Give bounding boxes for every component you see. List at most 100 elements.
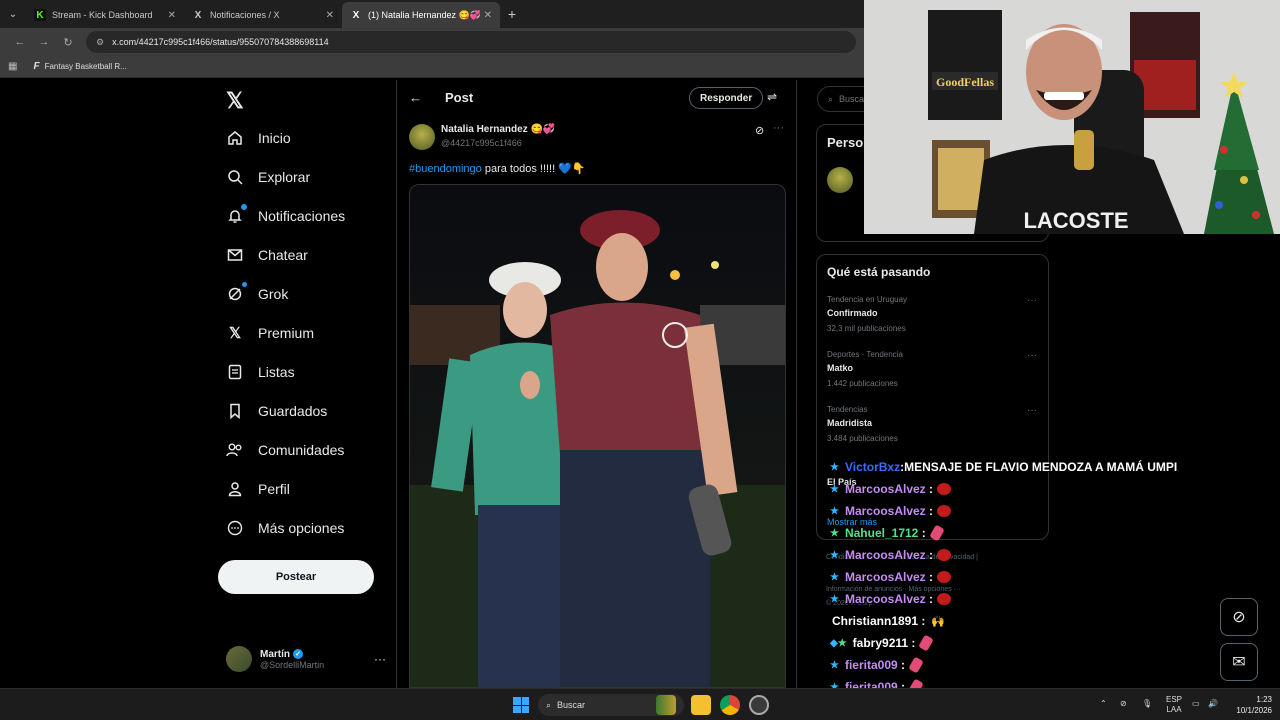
sidebar-item-mas-opciones[interactable]: Más opciones: [226, 516, 344, 540]
chat-username: MarcoosAlvez: [844, 548, 926, 562]
volume-icon[interactable]: 🔊: [1208, 699, 1218, 708]
chrome-icon[interactable]: [720, 695, 740, 715]
file-explorer-icon[interactable]: [691, 695, 711, 715]
sidebar-item-listas[interactable]: Listas: [226, 360, 295, 384]
filter-icon[interactable]: ⇌: [767, 90, 777, 104]
svg-text:LACOSTE: LACOSTE: [1023, 208, 1128, 233]
star-badge-icon: ★: [830, 527, 839, 539]
account-handle: @SordelliMartin: [260, 659, 325, 670]
avatar[interactable]: [827, 167, 853, 193]
verified-icon: ✓: [293, 649, 303, 659]
trend-item[interactable]: Tendencias Madridista 3.484 publicacione…: [827, 405, 1039, 443]
sidebar-item-comunidades[interactable]: Comunidades: [226, 438, 344, 462]
sidebar-item-inicio[interactable]: Inicio: [226, 126, 291, 150]
leg-emote-icon: [908, 656, 924, 674]
chat-username: MarcoosAlvez: [844, 504, 926, 518]
lang-layout: LAA: [1166, 705, 1182, 714]
sidebar-item-premium[interactable]: 𝕏 Premium: [226, 321, 314, 345]
sidebar-item-notificaciones[interactable]: Notificaciones: [226, 203, 345, 228]
messages-float-button[interactable]: ✉: [1220, 643, 1258, 681]
sidebar-item-guardados[interactable]: Guardados: [226, 399, 327, 423]
chat-username: VictorBxz: [844, 460, 901, 474]
star-badge-icon: ★: [830, 505, 839, 517]
sidebar-item-chatear[interactable]: Chatear: [226, 243, 308, 267]
language-indicator[interactable]: ESP LAA: [1166, 695, 1182, 715]
list-icon: [226, 363, 244, 381]
close-icon[interactable]: ✕: [326, 10, 334, 21]
leg-emote-icon: [918, 634, 935, 652]
sidebar-item-grok[interactable]: Grok: [226, 282, 288, 306]
x-logo-icon[interactable]: 𝕏: [226, 88, 244, 114]
trends-title: Qué está pasando: [827, 265, 931, 279]
bookmark-label: Fantasy Basketball R...: [44, 62, 127, 71]
tab-search-chevron-icon[interactable]: ⌄: [0, 0, 26, 28]
grok-icon[interactable]: ⊘: [755, 124, 764, 137]
account-switcher[interactable]: Martín ✓ @SordelliMartin ···: [226, 642, 386, 676]
chat-message: ★ MarcoosAlvez :: [830, 588, 1270, 610]
sidebar-item-label: Comunidades: [258, 442, 345, 458]
tab-kick-dashboard[interactable]: K Stream - Kick Dashboard ✕: [26, 2, 184, 28]
star-badge-icon: ★: [830, 461, 839, 473]
trend-item[interactable]: Deportes · Tendencia Matko 1.442 publica…: [827, 350, 1039, 388]
apps-grid-icon[interactable]: ▦: [8, 61, 17, 72]
clock-date: 10/1/2026: [1236, 706, 1272, 715]
more-icon[interactable]: ···: [1027, 350, 1037, 361]
chat-username: MarcoosAlvez: [844, 592, 926, 606]
tab-notificaciones[interactable]: X Notificaciones / X ✕: [184, 2, 342, 28]
microphone-icon[interactable]: 🎙: [1142, 699, 1152, 708]
windows-start-icon[interactable]: [513, 697, 529, 713]
chevron-up-icon[interactable]: ⌃: [1100, 699, 1107, 708]
monitor-icon[interactable]: ▭: [1192, 699, 1200, 708]
grok-icon: ⊘: [1232, 609, 1246, 626]
trend-item[interactable]: Tendencia en Uruguay Confirmado 32,3 mil…: [827, 295, 1039, 333]
more-icon[interactable]: ···: [773, 122, 784, 134]
post-button[interactable]: Postear: [218, 560, 374, 594]
new-tab-button[interactable]: +: [500, 6, 524, 22]
sidebar-item-label: Listas: [258, 364, 295, 380]
network-icon[interactable]: ⊘: [1120, 699, 1127, 708]
obs-icon[interactable]: [749, 695, 769, 715]
chat-text: MENSAJE DE FLAVIO MENDOZA A MAMÁ UMPI: [904, 460, 1178, 474]
star-badge-icon: ★: [830, 659, 839, 671]
sidebar-item-label: Inicio: [258, 130, 291, 146]
hashtag-link[interactable]: #buendomingo: [409, 163, 482, 175]
grok-float-button[interactable]: ⊘: [1220, 598, 1258, 636]
reply-button[interactable]: Responder: [689, 87, 764, 109]
fantasy-icon: F: [33, 61, 40, 72]
back-icon[interactable]: ←: [8, 36, 32, 48]
forward-icon[interactable]: →: [32, 36, 56, 48]
photo-illustration: [410, 185, 785, 687]
leg-emote-icon: [928, 524, 945, 542]
reload-icon[interactable]: ↻: [56, 36, 80, 49]
more-icon[interactable]: ···: [374, 652, 386, 666]
back-arrow-icon[interactable]: ←: [409, 90, 422, 105]
widget-icon[interactable]: [656, 695, 676, 715]
sidebar-item-label: Premium: [258, 325, 315, 341]
bookmark-fantasy[interactable]: F Fantasy Basketball R...: [33, 61, 126, 72]
site-info-icon[interactable]: ⚙: [96, 37, 104, 48]
tweet-photo[interactable]: [409, 184, 786, 688]
sidebar-item-label: Grok: [258, 286, 289, 302]
kick-icon: K: [34, 9, 46, 21]
chat-username: Nahuel_1712: [844, 526, 919, 540]
avatar: [226, 646, 252, 672]
tweet-author-name[interactable]: Natalia Hernandez 😋💞: [441, 124, 555, 135]
sidebar-item-label: Más opciones: [258, 520, 345, 536]
close-icon[interactable]: ✕: [168, 10, 176, 21]
sidebar-item-perfil[interactable]: Perfil: [226, 477, 290, 501]
sidebar-item-label: Explorar: [258, 169, 311, 185]
tweet-author-handle[interactable]: @44217c995c1f466: [441, 138, 522, 148]
svg-text:GoodFellas: GoodFellas: [936, 75, 994, 89]
url-input[interactable]: ⚙ x.com/44217c995c1f466/status/955070784…: [86, 31, 856, 53]
more-icon[interactable]: ···: [1027, 405, 1037, 416]
taskbar-clock[interactable]: 1:23 10/1/2026: [1226, 694, 1272, 716]
chat-username: MarcoosAlvez: [844, 570, 926, 584]
more-icon[interactable]: ···: [1027, 295, 1037, 306]
close-icon[interactable]: ✕: [484, 10, 492, 21]
tweet-author-avatar[interactable]: [409, 124, 435, 150]
tab-natalia-post[interactable]: X (1) Natalia Hernandez 😋💞 en ✕: [342, 2, 500, 28]
sidebar-item-explorar[interactable]: Explorar: [226, 165, 310, 189]
star-badge-icon: ★: [837, 637, 847, 649]
trend-context: Tendencia en Uruguay: [827, 295, 908, 304]
stream-chat-overlay: ★ VictorBxz: MENSAJE DE FLAVIO MENDOZA A …: [830, 456, 1270, 698]
